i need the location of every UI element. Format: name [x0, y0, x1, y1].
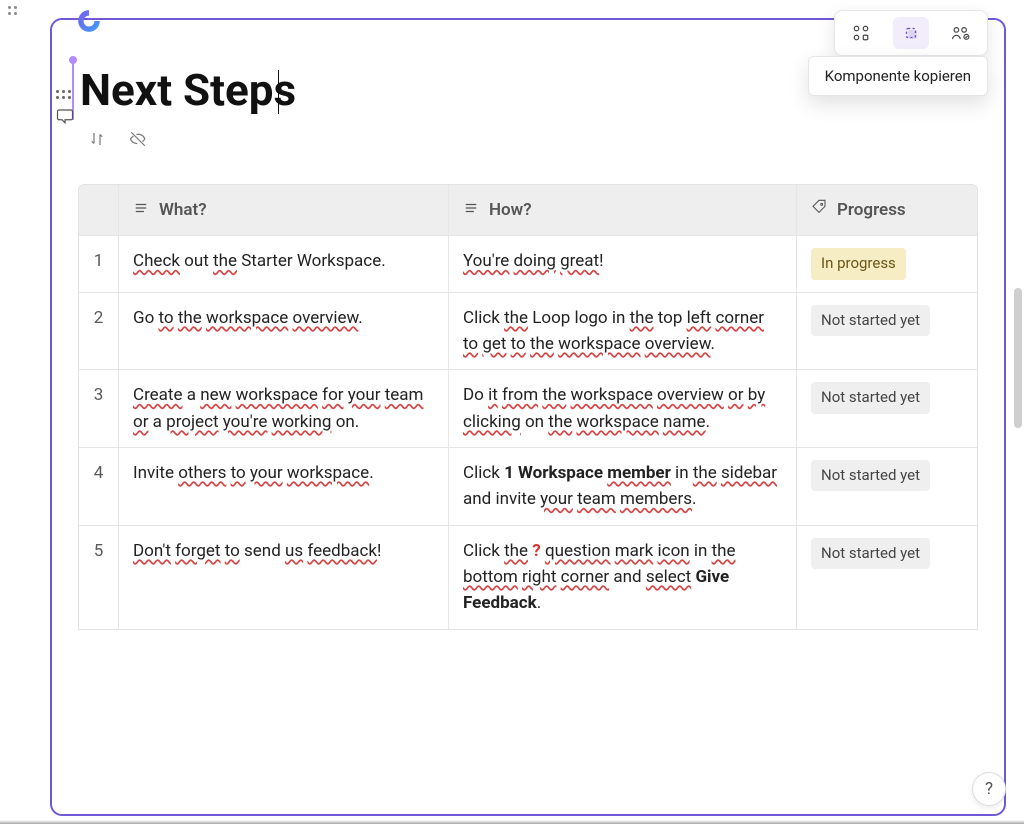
table-row[interactable]: 3Create a new workspace for your team or… [79, 369, 977, 447]
text-column-icon [133, 197, 149, 223]
row-number: 4 [79, 448, 119, 525]
how-cell[interactable]: Click the Loop logo in the top left corn… [449, 293, 797, 370]
scrollbar-thumb[interactable] [1014, 288, 1022, 428]
what-cell[interactable]: Check out the Starter Workspace. [119, 236, 449, 291]
text-column-icon [463, 197, 479, 223]
column-what-header[interactable]: What? [119, 185, 449, 235]
bottom-shadow [0, 820, 1024, 824]
title-subtools [88, 130, 148, 152]
status-badge-not-started[interactable]: Not started yet [811, 382, 930, 413]
copy-component-icon[interactable] [893, 17, 929, 49]
row-number: 2 [79, 293, 119, 370]
column-progress-header[interactable]: Progress [797, 185, 977, 235]
row-number: 5 [79, 526, 119, 629]
sort-icon[interactable] [88, 130, 106, 152]
visibility-off-icon[interactable] [128, 130, 148, 152]
column-how-header[interactable]: How? [449, 185, 797, 235]
row-number-header [79, 185, 119, 235]
block-grip-icon[interactable] [56, 90, 74, 99]
what-cell[interactable]: Go to the workspace overview. [119, 293, 449, 370]
how-cell[interactable]: Click the ? question mark icon in the bo… [449, 526, 797, 629]
column-progress-label: Progress [837, 197, 906, 223]
column-what-label: What? [159, 197, 207, 223]
next-steps-table[interactable]: What? How? Progress 1 [78, 184, 978, 630]
table-header-row: What? How? Progress [79, 185, 977, 235]
what-cell[interactable]: Don't forget to send us feedback! [119, 526, 449, 629]
tag-column-icon [811, 197, 827, 223]
table-row[interactable]: 1Check out the Starter Workspace.You're … [79, 235, 977, 291]
what-cell[interactable]: Invite others to your workspace. [119, 448, 449, 525]
status-badge-not-started[interactable]: Not started yet [811, 538, 930, 569]
app-root: Komponente kopieren Next Steps [0, 0, 1024, 824]
table-row[interactable]: 5Don't forget to send us feedback!Click … [79, 525, 977, 629]
help-button[interactable]: ? [972, 772, 1006, 806]
progress-cell[interactable]: Not started yet [797, 448, 977, 525]
table-row[interactable]: 2Go to the workspace overview.Click the … [79, 292, 977, 370]
how-cell[interactable]: Click 1 Workspace member in the sidebar … [449, 448, 797, 525]
table-row[interactable]: 4Invite others to your workspace.Click 1… [79, 447, 977, 525]
how-cell[interactable]: You're doing great! [449, 236, 797, 291]
row-number: 3 [79, 370, 119, 447]
status-badge-in-progress[interactable]: In progress [811, 248, 906, 279]
apps-icon[interactable] [843, 17, 879, 49]
status-badge-not-started[interactable]: Not started yet [811, 305, 930, 336]
progress-cell[interactable]: Not started yet [797, 526, 977, 629]
column-how-label: How? [489, 197, 532, 223]
row-number: 1 [79, 236, 119, 291]
status-badge-not-started[interactable]: Not started yet [811, 460, 930, 491]
title-gutter [56, 90, 74, 129]
share-people-icon[interactable] [943, 17, 979, 49]
text-caret [278, 70, 279, 114]
copy-component-tooltip: Komponente kopieren [808, 56, 988, 96]
how-cell[interactable]: Do it from the workspace overview or by … [449, 370, 797, 447]
progress-cell[interactable]: Not started yet [797, 293, 977, 370]
loop-logo-icon[interactable] [76, 8, 102, 34]
progress-cell[interactable]: In progress [797, 236, 977, 291]
progress-cell[interactable]: Not started yet [797, 370, 977, 447]
component-toolbar [834, 10, 988, 56]
page-title[interactable]: Next Steps [78, 64, 298, 116]
drag-handle-icon[interactable] [8, 6, 17, 15]
what-cell[interactable]: Create a new workspace for your team or … [119, 370, 449, 447]
comment-icon[interactable] [56, 107, 74, 129]
